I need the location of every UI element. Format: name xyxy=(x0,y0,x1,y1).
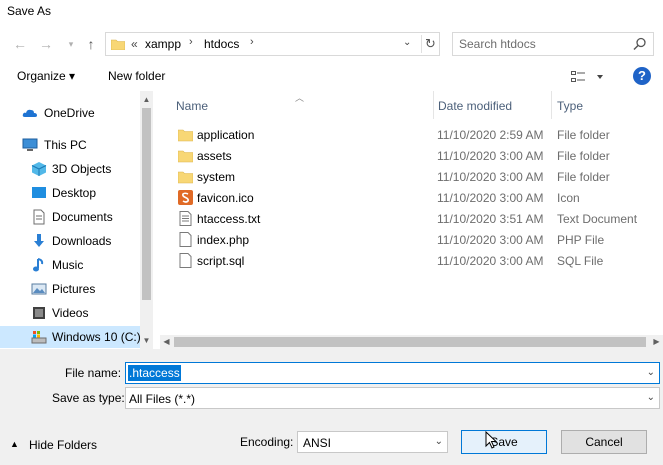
desktop-icon xyxy=(32,187,46,198)
file-icon xyxy=(179,232,192,247)
file-name-input[interactable]: .htaccess xyxy=(128,365,181,381)
cancel-button[interactable]: Cancel xyxy=(561,430,647,454)
nav-item-3d-objects[interactable]: 3D Objects xyxy=(0,158,140,180)
file-row[interactable]: application 11/10/2020 2:59 AM File fold… xyxy=(160,124,663,145)
save-button[interactable]: Save xyxy=(461,430,547,454)
save-as-type-label: Save as type: xyxy=(52,391,125,405)
nav-item-downloads[interactable]: Downloads xyxy=(0,230,140,252)
nav-item-pictures[interactable]: Pictures xyxy=(0,278,140,300)
chevron-down-icon[interactable]: ⌄ xyxy=(647,392,655,403)
file-list: ︿ Name Date modified Type application 11… xyxy=(160,91,663,349)
chevron-down-icon[interactable]: ⌄ xyxy=(435,436,443,447)
nav-item-videos[interactable]: Videos xyxy=(0,302,140,324)
downloads-icon xyxy=(34,234,44,247)
search-icon[interactable] xyxy=(633,37,647,51)
refresh-icon[interactable]: ↻ xyxy=(421,35,439,53)
up-arrow-icon[interactable]: ↑ xyxy=(83,36,99,52)
save-form: File name: .htaccess ⌄ Save as type: All… xyxy=(0,349,663,465)
breadcrumb-htdocs[interactable]: htdocs xyxy=(204,37,239,51)
title-bar: Save As xyxy=(0,0,663,25)
breadcrumb-xampp[interactable]: xampp xyxy=(145,37,181,51)
window-title: Save As xyxy=(7,4,52,18)
back-arrow-icon[interactable]: ← xyxy=(12,36,28,52)
search-input[interactable] xyxy=(459,36,629,52)
scroll-right-arrow-icon[interactable]: ▶ xyxy=(650,335,663,349)
file-row[interactable]: htaccess.txt 11/10/2020 3:51 AM Text Doc… xyxy=(160,208,663,229)
folder-icon xyxy=(111,39,125,50)
folder-icon xyxy=(178,129,193,142)
encoding-select[interactable]: ANSI ⌄ xyxy=(297,431,448,453)
nav-item-onedrive[interactable]: OneDrive xyxy=(0,102,140,124)
drive-icon xyxy=(31,331,47,344)
file-row[interactable]: system 11/10/2020 3:00 AM File folder xyxy=(160,166,663,187)
file-list-horizontal-scrollbar[interactable]: ◀ ▶ xyxy=(160,335,663,349)
file-row[interactable]: assets 11/10/2020 3:00 AM File folder xyxy=(160,145,663,166)
scroll-up-arrow-icon[interactable]: ▲ xyxy=(140,93,153,107)
breadcrumb-chevron-icon[interactable]: › xyxy=(189,36,193,48)
scroll-down-arrow-icon[interactable]: ▼ xyxy=(140,334,153,348)
forward-arrow-icon[interactable]: → xyxy=(38,36,54,52)
pictures-icon xyxy=(31,283,47,295)
breadcrumb-chevron-icon[interactable]: › xyxy=(250,36,254,48)
address-dropdown-icon[interactable]: ⌄ xyxy=(403,37,417,48)
nav-item-desktop[interactable]: Desktop xyxy=(0,182,140,204)
nav-item-music[interactable]: Music xyxy=(0,254,140,276)
folder-icon xyxy=(178,171,193,184)
file-row[interactable]: script.sql 11/10/2020 3:00 AM SQL File xyxy=(160,250,663,271)
file-row[interactable]: index.php 11/10/2020 3:00 AM PHP File xyxy=(160,229,663,250)
recent-locations-chevron-icon[interactable]: ▾ xyxy=(63,36,79,52)
file-icon xyxy=(179,253,192,268)
text-file-icon xyxy=(179,211,192,226)
scroll-left-arrow-icon[interactable]: ◀ xyxy=(160,335,173,349)
this-pc-icon xyxy=(22,138,38,151)
help-button[interactable]: ? xyxy=(633,67,651,85)
file-name-combobox[interactable]: .htaccess ⌄ xyxy=(125,362,660,384)
nav-item-this-pc[interactable]: This PC xyxy=(0,134,140,156)
mouse-cursor-icon xyxy=(485,431,497,449)
onedrive-icon xyxy=(22,109,37,117)
column-header-date-modified[interactable]: Date modified xyxy=(433,91,551,119)
organize-button[interactable]: Organize ▾ xyxy=(17,69,75,83)
chevron-up-icon: ▲ xyxy=(10,439,19,449)
column-header-type[interactable]: Type xyxy=(551,91,663,119)
file-row[interactable]: favicon.ico 11/10/2020 3:00 AM Icon xyxy=(160,187,663,208)
horizontal-scroll-thumb[interactable] xyxy=(174,337,646,347)
encoding-label: Encoding: xyxy=(240,435,294,449)
nav-item-documents[interactable]: Documents xyxy=(0,206,140,228)
nav-pane-scrollbar[interactable]: ▲ ▼ xyxy=(140,91,153,349)
folder-icon xyxy=(178,150,193,163)
music-icon xyxy=(33,258,44,272)
address-bar[interactable]: « xampp › htdocs › ⌄ ↻ xyxy=(105,32,440,56)
search-box[interactable] xyxy=(452,32,654,56)
view-options-icon[interactable] xyxy=(570,69,608,85)
videos-icon xyxy=(33,307,45,319)
navigation-pane: OneDrive This PC 3D Objects Desktop Docu… xyxy=(0,91,153,349)
documents-icon xyxy=(33,209,45,225)
file-name-label: File name: xyxy=(65,366,122,380)
command-bar: Organize ▾ New folder ? xyxy=(0,63,663,91)
save-as-type-select[interactable]: All Files (*.*) ⌄ xyxy=(125,387,660,409)
ico-file-icon xyxy=(178,190,193,205)
3d-objects-icon xyxy=(31,162,47,176)
chevron-down-icon[interactable]: ⌄ xyxy=(647,367,655,378)
breadcrumb-overflow[interactable]: « xyxy=(131,37,138,51)
nav-scroll-thumb[interactable] xyxy=(142,108,151,300)
new-folder-button[interactable]: New folder xyxy=(108,69,165,83)
column-header-name[interactable]: Name xyxy=(160,91,433,119)
navigation-bar: ← → ▾ ↑ « xampp › htdocs › ⌄ ↻ xyxy=(0,25,663,63)
nav-item-windows-10-c[interactable]: Windows 10 (C:) xyxy=(0,326,141,348)
